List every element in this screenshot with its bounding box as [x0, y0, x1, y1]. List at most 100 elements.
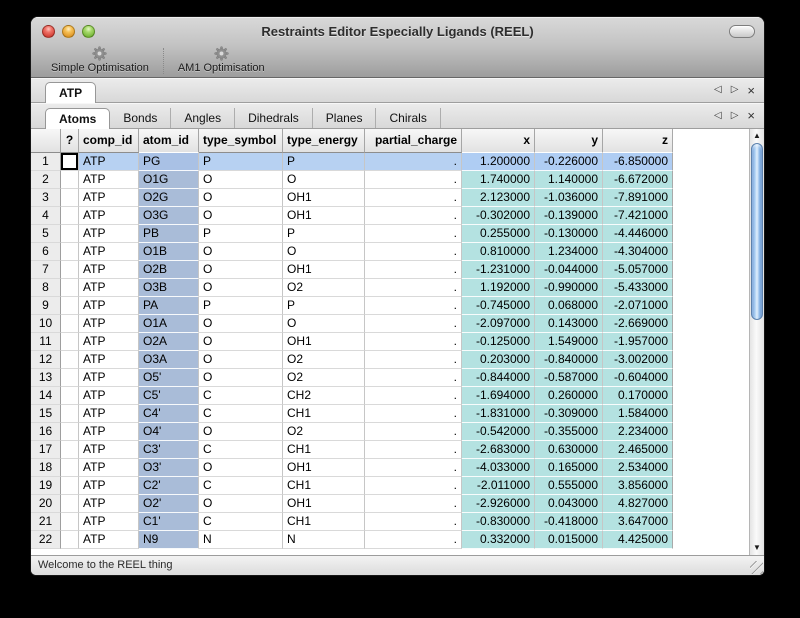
tab-chirals[interactable]: Chirals [376, 108, 440, 128]
cell-z[interactable]: -5.057000 [603, 261, 673, 279]
cell-z[interactable]: 2.234000 [603, 423, 673, 441]
cell-comp_id[interactable]: ATP [79, 405, 139, 423]
cell-type_symbol[interactable]: O [199, 171, 283, 189]
row-number[interactable]: 18 [31, 459, 61, 477]
cell-atom_id[interactable]: O3' [139, 459, 199, 477]
row-number[interactable]: 17 [31, 441, 61, 459]
cell-z[interactable]: 0.170000 [603, 387, 673, 405]
cell-atom_id[interactable]: O1G [139, 171, 199, 189]
cell-flag[interactable] [61, 513, 79, 531]
cell-partial_charge[interactable]: . [365, 207, 462, 225]
cell-z[interactable]: -4.304000 [603, 243, 673, 261]
cell-flag[interactable] [61, 297, 79, 315]
resize-grip[interactable] [750, 561, 763, 574]
cell-y[interactable]: 0.165000 [535, 459, 603, 477]
row-number[interactable]: 16 [31, 423, 61, 441]
tab-planes[interactable]: Planes [313, 108, 377, 128]
cell-flag[interactable] [61, 153, 79, 171]
cell-x[interactable]: 1.200000 [462, 153, 535, 171]
cell-y[interactable]: 0.630000 [535, 441, 603, 459]
cell-atom_id[interactable]: O1A [139, 315, 199, 333]
cell-type_symbol[interactable]: O [199, 369, 283, 387]
cell-y[interactable]: -0.309000 [535, 405, 603, 423]
cell-z[interactable]: -1.957000 [603, 333, 673, 351]
toolbar-toggle-button[interactable] [729, 25, 755, 38]
cell-flag[interactable] [61, 495, 79, 513]
cell-y[interactable]: 0.068000 [535, 297, 603, 315]
cell-type_symbol[interactable]: C [199, 513, 283, 531]
row-number[interactable]: 21 [31, 513, 61, 531]
cell-atom_id[interactable]: O5' [139, 369, 199, 387]
cell-flag[interactable] [61, 171, 79, 189]
cell-x[interactable]: -0.542000 [462, 423, 535, 441]
cell-atom_id[interactable]: C5' [139, 387, 199, 405]
cell-x[interactable]: -1.231000 [462, 261, 535, 279]
cell-partial_charge[interactable]: . [365, 351, 462, 369]
cell-y[interactable]: 1.140000 [535, 171, 603, 189]
cell-atom_id[interactable]: O3A [139, 351, 199, 369]
cell-comp_id[interactable]: ATP [79, 495, 139, 513]
cell-type_energy[interactable]: OH1 [283, 333, 365, 351]
cell-comp_id[interactable]: ATP [79, 513, 139, 531]
cell-comp_id[interactable]: ATP [79, 207, 139, 225]
cell-flag[interactable] [61, 459, 79, 477]
cell-partial_charge[interactable]: . [365, 387, 462, 405]
row-number[interactable]: 13 [31, 369, 61, 387]
column-header-y[interactable]: y [535, 129, 603, 153]
cell-comp_id[interactable]: ATP [79, 279, 139, 297]
cell-type_symbol[interactable]: N [199, 531, 283, 549]
cell-partial_charge[interactable]: . [365, 333, 462, 351]
cell-type_symbol[interactable]: C [199, 405, 283, 423]
cell-z[interactable]: -5.433000 [603, 279, 673, 297]
cell-comp_id[interactable]: ATP [79, 423, 139, 441]
cell-partial_charge[interactable]: . [365, 189, 462, 207]
tab-bonds[interactable]: Bonds [110, 108, 171, 128]
cell-type_energy[interactable]: O [283, 171, 365, 189]
cell-x[interactable]: -1.694000 [462, 387, 535, 405]
cell-type_energy[interactable]: O [283, 315, 365, 333]
cell-atom_id[interactable]: O2B [139, 261, 199, 279]
cell-type_energy[interactable]: O2 [283, 423, 365, 441]
cell-comp_id[interactable]: ATP [79, 153, 139, 171]
cell-y[interactable]: 1.234000 [535, 243, 603, 261]
cell-type_symbol[interactable]: O [199, 243, 283, 261]
cell-y[interactable]: -0.226000 [535, 153, 603, 171]
cell-atom_id[interactable]: O3B [139, 279, 199, 297]
row-number[interactable]: 10 [31, 315, 61, 333]
cell-type_symbol[interactable]: C [199, 441, 283, 459]
cell-partial_charge[interactable]: . [365, 405, 462, 423]
cell-z[interactable]: -3.002000 [603, 351, 673, 369]
cell-type_energy[interactable]: O2 [283, 279, 365, 297]
tab-scroll-left-icon[interactable]: ◁ [714, 111, 722, 121]
cell-x[interactable]: -0.844000 [462, 369, 535, 387]
row-number[interactable]: 1 [31, 153, 61, 171]
cell-type_energy[interactable]: P [283, 297, 365, 315]
cell-y[interactable]: 0.260000 [535, 387, 603, 405]
row-number[interactable]: 12 [31, 351, 61, 369]
cell-partial_charge[interactable]: . [365, 531, 462, 549]
cell-partial_charge[interactable]: . [365, 459, 462, 477]
vertical-scrollbar[interactable]: ▲ ▼ [749, 129, 764, 555]
cell-type_symbol[interactable]: O [199, 351, 283, 369]
cell-y[interactable]: 0.143000 [535, 315, 603, 333]
cell-z[interactable]: -4.446000 [603, 225, 673, 243]
row-number[interactable]: 11 [31, 333, 61, 351]
cell-partial_charge[interactable]: . [365, 315, 462, 333]
tab-atoms[interactable]: Atoms [45, 108, 110, 129]
cell-x[interactable]: -1.831000 [462, 405, 535, 423]
cell-partial_charge[interactable]: . [365, 297, 462, 315]
row-number[interactable]: 8 [31, 279, 61, 297]
cell-z[interactable]: 4.425000 [603, 531, 673, 549]
cell-atom_id[interactable]: N9 [139, 531, 199, 549]
cell-type_energy[interactable]: OH1 [283, 207, 365, 225]
cell-x[interactable]: -0.302000 [462, 207, 535, 225]
cell-x[interactable]: -2.683000 [462, 441, 535, 459]
cell-comp_id[interactable]: ATP [79, 333, 139, 351]
cell-flag[interactable] [61, 243, 79, 261]
tab-close-icon[interactable]: × [747, 109, 755, 122]
cell-atom_id[interactable]: PB [139, 225, 199, 243]
cell-type_energy[interactable]: CH2 [283, 387, 365, 405]
cell-x[interactable]: -0.830000 [462, 513, 535, 531]
cell-flag[interactable] [61, 369, 79, 387]
cell-comp_id[interactable]: ATP [79, 261, 139, 279]
